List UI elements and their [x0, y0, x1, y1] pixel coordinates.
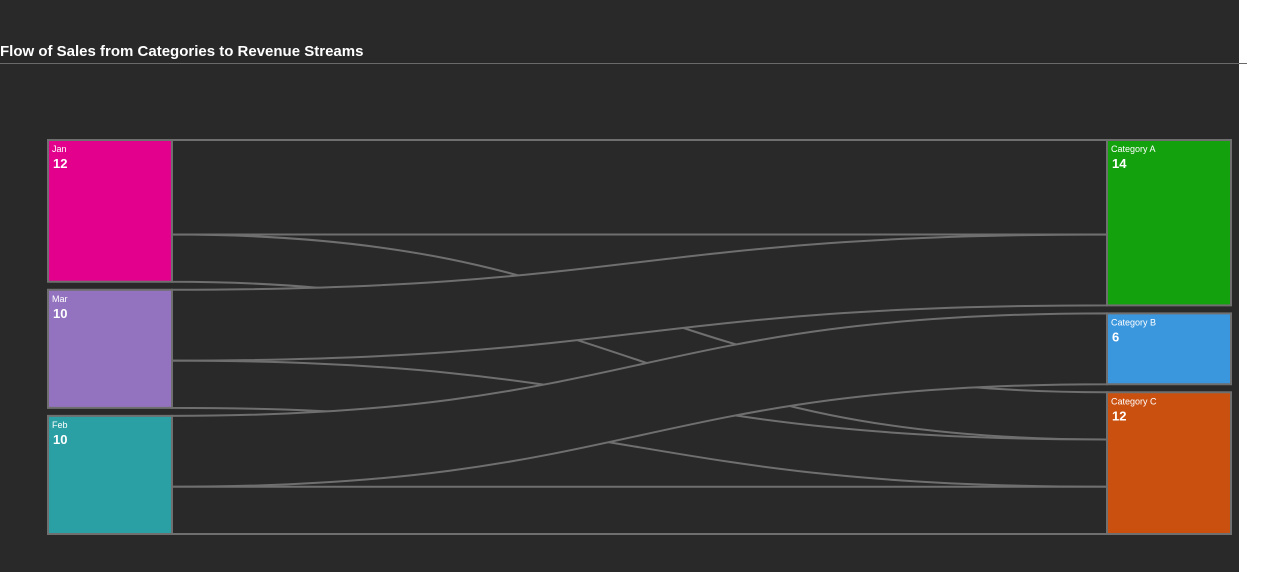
- node-value-category-a: 14: [1112, 156, 1127, 171]
- link-feb-to-category-c[interactable]: [171, 485, 1108, 536]
- node-value-category-c: 12: [1112, 408, 1126, 423]
- node-value-feb: 10: [53, 432, 67, 447]
- node-label-mar: Mar: [52, 294, 68, 304]
- link-jan-to-category-a[interactable]: [171, 138, 1108, 236]
- node-value-mar: 10: [53, 306, 67, 321]
- sankey-chart: Jan12Mar10Feb10Category A14Category B6Ca…: [47, 138, 1232, 536]
- links-layer: [171, 138, 1108, 536]
- node-label-category-b: Category B: [1111, 317, 1156, 327]
- node-label-jan: Jan: [52, 144, 67, 154]
- node-label-category-a: Category A: [1111, 144, 1156, 154]
- node-value-jan: 12: [53, 156, 67, 171]
- node-label-feb: Feb: [52, 420, 68, 430]
- node-value-category-b: 6: [1112, 329, 1119, 344]
- source-node-mar[interactable]: Mar 10: [47, 288, 173, 409]
- source-node-jan[interactable]: Jan 12: [47, 139, 173, 283]
- target-node-category-c[interactable]: Category C 12: [1106, 391, 1232, 535]
- target-node-category-a[interactable]: Category A 14: [1106, 139, 1232, 307]
- target-node-category-b[interactable]: Category B 6: [1106, 312, 1232, 386]
- chart-panel: Flow of Sales from Categories to Revenue…: [0, 0, 1247, 572]
- node-label-category-c: Category C: [1111, 396, 1157, 406]
- source-node-feb[interactable]: Feb 10: [47, 414, 173, 535]
